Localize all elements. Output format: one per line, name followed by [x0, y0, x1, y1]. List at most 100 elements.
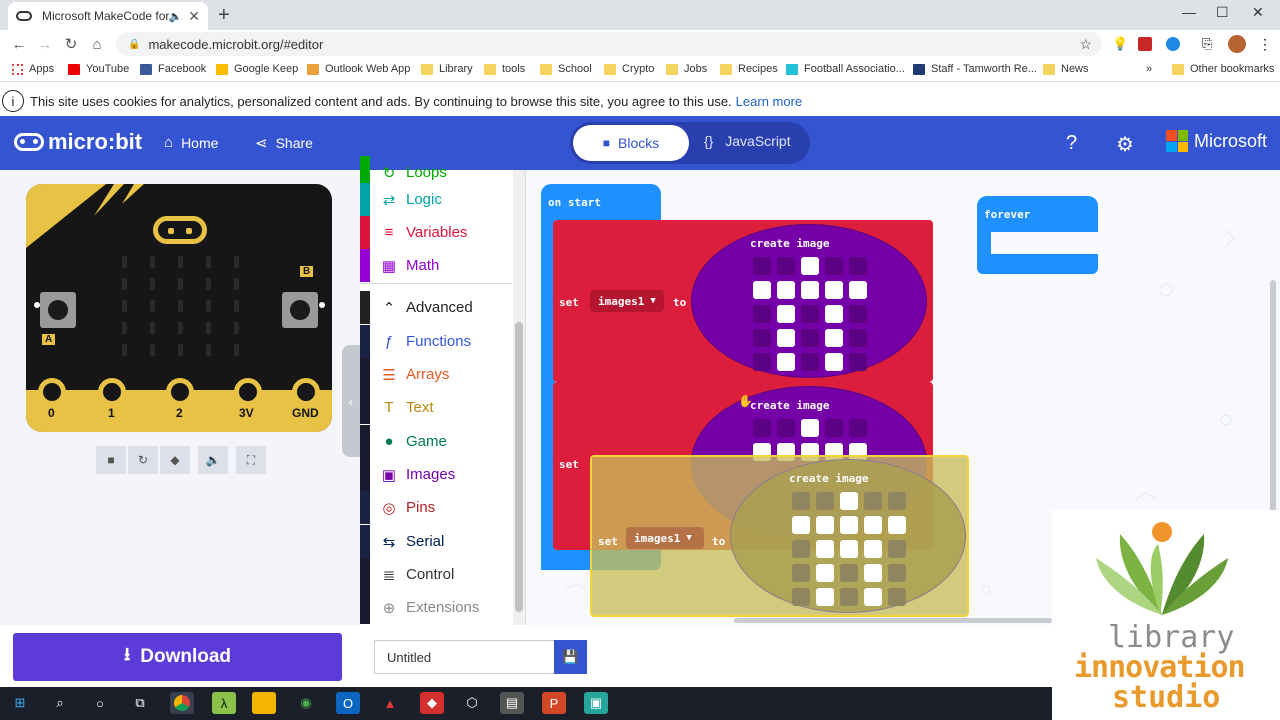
star-icon[interactable]: ☆: [1079, 36, 1092, 53]
maximize-button[interactable]: ☐: [1216, 4, 1229, 21]
mute-icon[interactable]: 🔈: [198, 446, 228, 474]
collapse-simulator-button[interactable]: ‹: [342, 345, 360, 457]
bookmark-jobs[interactable]: Jobs: [666, 63, 707, 75]
search-icon[interactable]: ⌕: [48, 692, 72, 714]
learn-more-link[interactable]: Learn more: [736, 94, 802, 109]
javascript-mode-button[interactable]: {} JavaScript: [704, 133, 791, 149]
more-bookmarks-icon[interactable]: »: [1146, 63, 1152, 75]
image-pixel[interactable]: [840, 588, 858, 606]
image-pixel[interactable]: [777, 353, 795, 371]
image-pixel[interactable]: [864, 516, 882, 534]
image-pixel[interactable]: [849, 353, 867, 371]
chrome-icon[interactable]: [170, 692, 194, 714]
image-pixel[interactable]: [792, 492, 810, 510]
toolbox-item-math[interactable]: ▦ Math: [360, 249, 512, 282]
fullscreen-icon[interactable]: ⛶: [236, 446, 266, 474]
dragged-set-block[interactable]: set images1 ▼ to create image: [590, 455, 969, 617]
task-view-icon[interactable]: ⧉: [128, 692, 152, 714]
image-pixel[interactable]: [792, 588, 810, 606]
pin-2[interactable]: [166, 378, 194, 406]
image-pixel[interactable]: [777, 257, 795, 275]
app-globe-icon[interactable]: ◉: [294, 692, 318, 714]
extension-grammarly-icon[interactable]: [1166, 37, 1180, 51]
cast-icon[interactable]: ⎘: [1202, 36, 1212, 52]
toolbox-item-functions[interactable]: ƒ Functions: [360, 325, 512, 358]
image-pixel[interactable]: [753, 419, 771, 437]
bookmark-facebook[interactable]: Facebook: [140, 63, 206, 75]
slow-mo-icon[interactable]: ◆: [160, 446, 190, 474]
image-pixel[interactable]: [849, 419, 867, 437]
close-tab-icon[interactable]: ✕: [188, 8, 200, 25]
toolbox-item-advanced[interactable]: ⌃ Advanced: [360, 291, 512, 324]
image-pixel[interactable]: [753, 281, 771, 299]
bookmark-crypto[interactable]: Crypto: [604, 63, 654, 75]
image-pixel[interactable]: [840, 492, 858, 510]
save-button[interactable]: 💾: [554, 640, 587, 674]
new-tab-button[interactable]: +: [218, 4, 230, 27]
image-pixel[interactable]: [801, 305, 819, 323]
bookmark-library[interactable]: Library: [421, 63, 473, 75]
app-sketchup-icon[interactable]: ◆: [420, 692, 444, 714]
image-pixel[interactable]: [888, 516, 906, 534]
image-pixel[interactable]: [888, 492, 906, 510]
create-image-block[interactable]: create image: [691, 224, 927, 378]
image-pixel[interactable]: [816, 516, 834, 534]
toolbox-item-control[interactable]: ≣ Control: [360, 558, 512, 591]
outlook-icon[interactable]: O: [336, 692, 360, 714]
download-button[interactable]: ⭳ Download: [13, 633, 342, 681]
toolbox-item-images[interactable]: ▣ Images: [360, 458, 512, 491]
image-pixel[interactable]: [825, 257, 843, 275]
help-icon[interactable]: ?: [1066, 132, 1077, 155]
home-nav-button[interactable]: ⌂ Home: [164, 134, 218, 151]
button-a[interactable]: [40, 292, 76, 328]
app-cube-icon[interactable]: ⬡: [460, 692, 484, 714]
image-pixel[interactable]: [825, 305, 843, 323]
bookmark-apps[interactable]: Apps: [12, 63, 54, 75]
bookmark-outlook[interactable]: Outlook Web App: [307, 63, 410, 75]
windows-start-icon[interactable]: ⊞: [8, 692, 32, 714]
bookmark-other[interactable]: Other bookmarks: [1172, 63, 1274, 75]
image-pixel[interactable]: [864, 492, 882, 510]
on-start-block[interactable]: on start: [541, 184, 661, 220]
image-pixel[interactable]: [840, 540, 858, 558]
pin-3v[interactable]: [234, 378, 262, 406]
image-pixel[interactable]: [825, 419, 843, 437]
file-explorer-icon[interactable]: [252, 692, 276, 714]
image-pixel[interactable]: [777, 419, 795, 437]
app-window-icon[interactable]: ▤: [500, 692, 524, 714]
image-pixel[interactable]: [888, 540, 906, 558]
image-pixel[interactable]: [753, 257, 771, 275]
forever-block[interactable]: forever: [977, 196, 1098, 232]
app-red-icon[interactable]: ▲: [378, 692, 402, 714]
toolbox-item-logic[interactable]: ⇄ Logic: [360, 183, 512, 216]
image-pixel[interactable]: [792, 516, 810, 534]
browser-tab[interactable]: Microsoft MakeCode for mic 🔈 ✕: [8, 2, 208, 30]
toolbox-scrollbar[interactable]: [513, 170, 525, 625]
toolbox-item-pins[interactable]: ◎ Pins: [360, 491, 512, 524]
powerpoint-icon[interactable]: P: [542, 692, 566, 714]
image-pixel[interactable]: [753, 353, 771, 371]
image-pixel[interactable]: [888, 588, 906, 606]
bookmark-school[interactable]: School: [540, 63, 592, 75]
image-pixel[interactable]: [801, 257, 819, 275]
bookmark-staff[interactable]: Staff - Tamworth Re...: [913, 63, 1037, 75]
image-pixel[interactable]: [792, 564, 810, 582]
menu-icon[interactable]: ⋮: [1258, 36, 1272, 53]
variable-dropdown[interactable]: images1 ▼: [626, 527, 704, 549]
close-window-button[interactable]: ✕: [1252, 4, 1264, 21]
settings-gear-icon[interactable]: ⚙: [1116, 132, 1134, 157]
home-button[interactable]: ⌂: [84, 36, 110, 53]
image-pixel[interactable]: [825, 281, 843, 299]
restart-icon[interactable]: ↻: [128, 446, 158, 474]
makecode-app-icon[interactable]: ▣: [584, 692, 608, 714]
variable-dropdown[interactable]: images1 ▼: [590, 290, 664, 312]
bookmark-recipes[interactable]: Recipes: [720, 63, 778, 75]
image-pixel[interactable]: [816, 492, 834, 510]
image-pixel[interactable]: [801, 419, 819, 437]
image-pixel[interactable]: [753, 305, 771, 323]
image-pixel[interactable]: [753, 329, 771, 347]
image-pixel[interactable]: [849, 281, 867, 299]
image-pixel[interactable]: [825, 353, 843, 371]
image-pixel[interactable]: [777, 281, 795, 299]
image-pixel[interactable]: [849, 329, 867, 347]
